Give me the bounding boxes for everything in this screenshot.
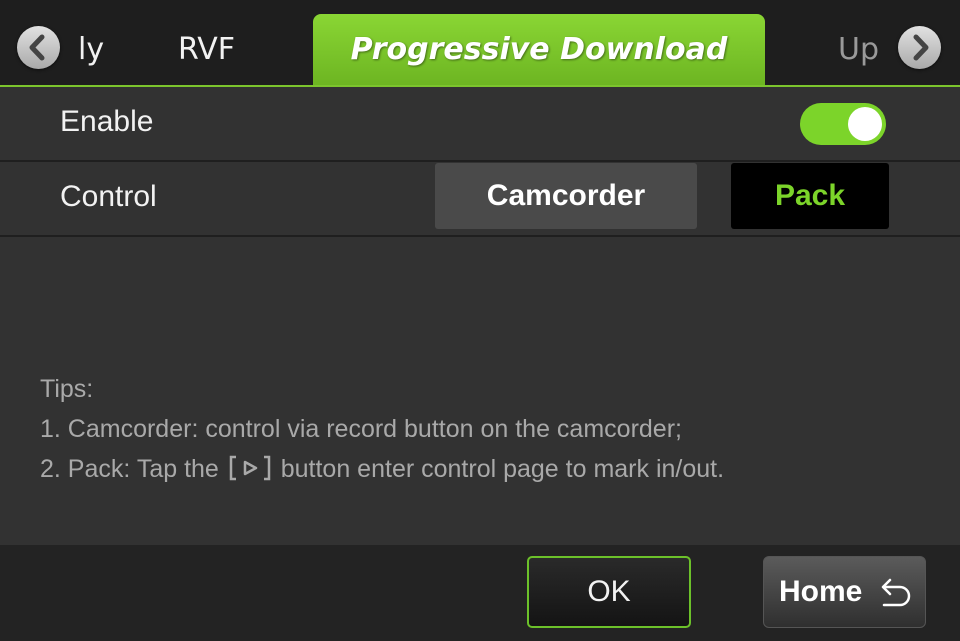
tab-rvf[interactable]: RVF [178, 22, 235, 78]
control-pack-button[interactable]: Pack [731, 163, 889, 229]
control-row: Control Camcorder Pack [0, 162, 960, 237]
tips-title: Tips: [40, 375, 94, 403]
control-label: Control [60, 180, 157, 213]
toggle-knob [848, 107, 882, 141]
tips-line-2: 2. Pack: Tap the button enter control pa… [40, 449, 724, 489]
tab-scroll-right-button[interactable] [898, 26, 941, 69]
tab-bar: ly RVF Progressive Download Up [0, 0, 960, 87]
enable-row: Enable [0, 87, 960, 162]
home-button[interactable]: Home [763, 556, 926, 628]
tab-scroll-left-button[interactable] [17, 26, 60, 69]
play-bracket-icon [229, 455, 271, 481]
tips-line-2-after: button enter control page to mark in/out… [280, 455, 725, 483]
settings-panel: Enable Control Camcorder Pack Tips: 1. C… [0, 87, 960, 545]
tips-line-1: 1. Camcorder: control via record button … [40, 415, 682, 443]
chevron-right-icon [913, 34, 929, 61]
tips-text: Tips: 1. Camcorder: control via record b… [40, 369, 724, 489]
tab-progressive-download[interactable]: Progressive Download [313, 14, 765, 85]
enable-toggle[interactable] [800, 103, 886, 145]
chevron-left-icon [29, 34, 45, 61]
tab-partial-left[interactable]: ly [78, 22, 104, 78]
control-camcorder-button[interactable]: Camcorder [435, 163, 697, 229]
return-arrow-icon [881, 578, 911, 607]
ok-button[interactable]: OK [527, 556, 691, 628]
enable-label: Enable [60, 105, 154, 138]
tab-partial-right[interactable]: Up [838, 22, 879, 78]
home-label: Home [779, 575, 863, 608]
tips-line-2-before: 2. Pack: Tap the [40, 455, 219, 483]
bottom-bar: OK Home [0, 545, 960, 641]
